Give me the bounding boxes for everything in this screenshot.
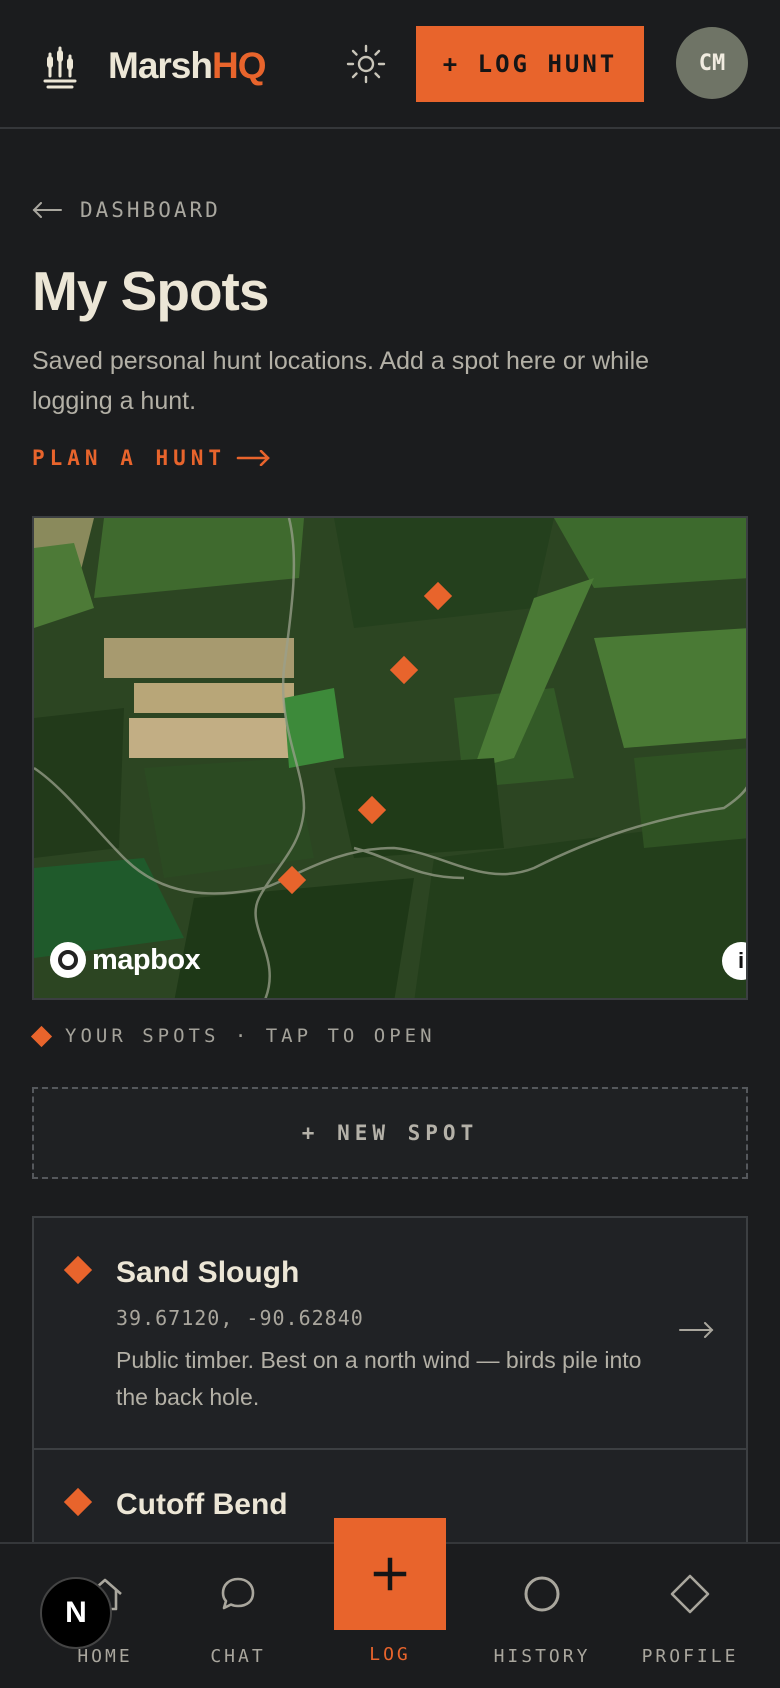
spots-map[interactable]: mapbox i bbox=[32, 516, 748, 1000]
nav-profile-label: PROFILE bbox=[641, 1646, 739, 1667]
nav-home-label: HOME bbox=[77, 1646, 133, 1667]
new-spot-button[interactable]: + NEW SPOT bbox=[32, 1087, 748, 1179]
spot-coords: 39.67120, -90.62840 bbox=[116, 1306, 364, 1330]
sun-icon[interactable] bbox=[346, 44, 386, 84]
nav-chat[interactable]: CHAT bbox=[173, 1544, 303, 1688]
mapbox-logo-icon bbox=[50, 942, 86, 978]
back-to-dashboard-link[interactable]: DASHBOARD bbox=[32, 198, 221, 222]
brand-part-1: Marsh bbox=[108, 45, 213, 86]
spot-note: Public timber. Best on a north wind — bi… bbox=[116, 1347, 642, 1410]
history-icon bbox=[524, 1576, 560, 1612]
app-header: MarshHQ + LOG HUNT CM bbox=[0, 0, 780, 129]
chat-bubble-icon bbox=[221, 1577, 255, 1610]
nav-chat-label: CHAT bbox=[210, 1646, 266, 1667]
page-title: My Spots bbox=[32, 260, 269, 322]
brand-wordmark[interactable]: MarshHQ bbox=[108, 44, 266, 88]
back-link-label: DASHBOARD bbox=[80, 198, 221, 222]
dev-tools-badge[interactable]: N bbox=[40, 1577, 112, 1649]
brand-part-2: HQ bbox=[211, 45, 266, 86]
mapbox-attribution[interactable]: mapbox bbox=[50, 942, 201, 978]
cattail-logo-icon bbox=[43, 46, 77, 89]
nav-profile[interactable]: PROFILE bbox=[625, 1544, 755, 1688]
nav-history-label: HISTORY bbox=[493, 1646, 591, 1667]
avatar[interactable]: CM bbox=[676, 27, 748, 99]
spot-diamond-icon bbox=[63, 1255, 93, 1285]
mapbox-wordmark: mapbox bbox=[92, 943, 201, 976]
list-item[interactable]: Sand Slough 39.67120, -90.62840 Public t… bbox=[34, 1218, 746, 1450]
profile-diamond-icon bbox=[670, 1574, 710, 1614]
arrow-left-icon bbox=[32, 202, 62, 218]
spot-name: Cutoff Bend bbox=[116, 1488, 288, 1521]
nav-log-button[interactable] bbox=[334, 1518, 446, 1630]
map-legend: YOUR SPOTS · TAP TO OPEN bbox=[30, 1025, 436, 1047]
nav-history[interactable]: HISTORY bbox=[477, 1544, 607, 1688]
log-hunt-button[interactable]: + LOG HUNT bbox=[416, 26, 644, 102]
nav-log-label[interactable]: LOG bbox=[320, 1644, 460, 1665]
spot-diamond-icon bbox=[30, 1025, 53, 1047]
satellite-terrain bbox=[34, 518, 746, 998]
spots-list: Sand Slough 39.67120, -90.62840 Public t… bbox=[32, 1216, 748, 1546]
plus-icon bbox=[373, 1557, 407, 1591]
arrow-right-icon bbox=[679, 1322, 714, 1338]
arrow-right-icon bbox=[236, 450, 270, 466]
plan-link-label: PLAN A HUNT bbox=[32, 446, 227, 470]
spot-name: Sand Slough bbox=[116, 1256, 300, 1289]
spot-diamond-icon bbox=[63, 1487, 93, 1517]
legend-text: YOUR SPOTS · TAP TO OPEN bbox=[65, 1025, 436, 1047]
page-description: Saved personal hunt locations. Add a spo… bbox=[32, 347, 650, 415]
plan-a-hunt-link[interactable]: PLAN A HUNT bbox=[32, 446, 270, 470]
